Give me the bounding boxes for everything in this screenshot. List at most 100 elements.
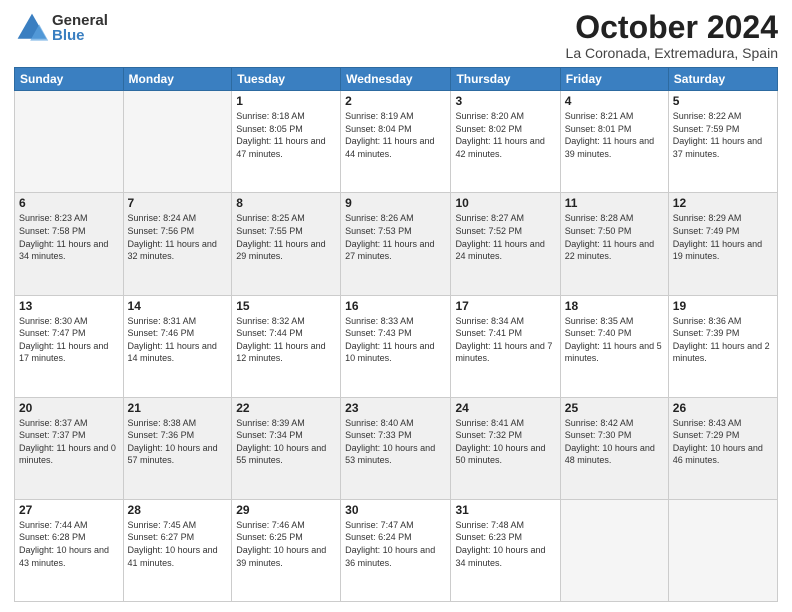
weekday-header-monday: Monday bbox=[123, 68, 232, 91]
calendar-day-15: 15 Sunrise: 8:32 AM Sunset: 7:44 PM Dayli… bbox=[232, 295, 341, 397]
calendar-day-3: 3 Sunrise: 8:20 AM Sunset: 8:02 PM Daylig… bbox=[451, 91, 560, 193]
day-info: Sunrise: 8:30 AM Sunset: 7:47 PM Dayligh… bbox=[19, 315, 119, 365]
day-number: 11 bbox=[565, 196, 664, 210]
calendar-day-1: 1Sunrise: 8:18 AM Sunset: 8:05 PM Daylig… bbox=[232, 91, 341, 193]
weekday-header-friday: Friday bbox=[560, 68, 668, 91]
day-number: 14 bbox=[128, 299, 228, 313]
day-number: 18 bbox=[565, 299, 664, 313]
day-info: Sunrise: 8:36 AM Sunset: 7:39 PM Dayligh… bbox=[673, 315, 773, 365]
weekday-header-saturday: Saturday bbox=[668, 68, 777, 91]
calendar-table: SundayMondayTuesdayWednesdayThursdayFrid… bbox=[14, 67, 778, 602]
day-number: 6 bbox=[19, 196, 119, 210]
calendar-day-27: 27 Sunrise: 7:44 AM Sunset: 6:28 PM Dayli… bbox=[15, 499, 124, 601]
day-info: Sunrise: 8:19 AM Sunset: 8:04 PM Dayligh… bbox=[345, 110, 446, 160]
calendar-day-11: 11 Sunrise: 8:28 AM Sunset: 7:50 PM Dayli… bbox=[560, 193, 668, 295]
day-info: Sunrise: 7:46 AM Sunset: 6:25 PM Dayligh… bbox=[236, 519, 336, 569]
calendar-day-19: 19 Sunrise: 8:36 AM Sunset: 7:39 PM Dayli… bbox=[668, 295, 777, 397]
calendar-empty-cell bbox=[123, 91, 232, 193]
day-number: 21 bbox=[128, 401, 228, 415]
day-info: Sunrise: 8:22 AM Sunset: 7:59 PM Dayligh… bbox=[673, 110, 773, 160]
day-info: Sunrise: 8:34 AM Sunset: 7:41 PM Dayligh… bbox=[455, 315, 555, 365]
calendar-day-24: 24Sunrise: 8:41 AM Sunset: 7:32 PM Dayli… bbox=[451, 397, 560, 499]
calendar-day-26: 26 Sunrise: 8:43 AM Sunset: 7:29 PM Dayli… bbox=[668, 397, 777, 499]
day-info: Sunrise: 8:26 AM Sunset: 7:53 PM Dayligh… bbox=[345, 212, 446, 262]
logo: General Blue bbox=[14, 10, 108, 46]
day-number: 15 bbox=[236, 299, 336, 313]
calendar-empty-cell bbox=[560, 499, 668, 601]
day-info: Sunrise: 8:28 AM Sunset: 7:50 PM Dayligh… bbox=[565, 212, 664, 262]
logo-icon bbox=[14, 10, 50, 46]
calendar-day-6: 6 Sunrise: 8:23 AM Sunset: 7:58 PM Daylig… bbox=[15, 193, 124, 295]
logo-general-text: General bbox=[52, 13, 108, 28]
calendar-day-5: 5 Sunrise: 8:22 AM Sunset: 7:59 PM Daylig… bbox=[668, 91, 777, 193]
day-number: 4 bbox=[565, 94, 664, 108]
day-info: Sunrise: 8:38 AM Sunset: 7:36 PM Dayligh… bbox=[128, 417, 228, 467]
day-info: Sunrise: 7:47 AM Sunset: 6:24 PM Dayligh… bbox=[345, 519, 446, 569]
day-info: Sunrise: 8:33 AM Sunset: 7:43 PM Dayligh… bbox=[345, 315, 446, 365]
calendar-day-9: 9 Sunrise: 8:26 AM Sunset: 7:53 PM Daylig… bbox=[341, 193, 451, 295]
calendar-day-10: 10 Sunrise: 8:27 AM Sunset: 7:52 PM Dayli… bbox=[451, 193, 560, 295]
day-number: 29 bbox=[236, 503, 336, 517]
weekday-header-thursday: Thursday bbox=[451, 68, 560, 91]
day-number: 30 bbox=[345, 503, 446, 517]
logo-text: General Blue bbox=[52, 13, 108, 43]
calendar-day-29: 29 Sunrise: 7:46 AM Sunset: 6:25 PM Dayli… bbox=[232, 499, 341, 601]
day-number: 19 bbox=[673, 299, 773, 313]
day-number: 9 bbox=[345, 196, 446, 210]
calendar-day-30: 30 Sunrise: 7:47 AM Sunset: 6:24 PM Dayli… bbox=[341, 499, 451, 601]
day-info: Sunrise: 8:39 AM Sunset: 7:34 PM Dayligh… bbox=[236, 417, 336, 467]
day-number: 28 bbox=[128, 503, 228, 517]
day-number: 26 bbox=[673, 401, 773, 415]
weekday-header-tuesday: Tuesday bbox=[232, 68, 341, 91]
day-info: Sunrise: 8:42 AM Sunset: 7:30 PM Dayligh… bbox=[565, 417, 664, 467]
day-info: Sunrise: 8:29 AM Sunset: 7:49 PM Dayligh… bbox=[673, 212, 773, 262]
calendar-day-16: 16Sunrise: 8:33 AM Sunset: 7:43 PM Dayli… bbox=[341, 295, 451, 397]
day-info: Sunrise: 8:20 AM Sunset: 8:02 PM Dayligh… bbox=[455, 110, 555, 160]
day-info: Sunrise: 8:23 AM Sunset: 7:58 PM Dayligh… bbox=[19, 212, 119, 262]
calendar-week-row: 1Sunrise: 8:18 AM Sunset: 8:05 PM Daylig… bbox=[15, 91, 778, 193]
calendar-day-31: 31Sunrise: 7:48 AM Sunset: 6:23 PM Dayli… bbox=[451, 499, 560, 601]
page: General Blue October 2024 La Coronada, E… bbox=[0, 0, 792, 612]
day-number: 8 bbox=[236, 196, 336, 210]
day-number: 5 bbox=[673, 94, 773, 108]
calendar-empty-cell bbox=[15, 91, 124, 193]
day-info: Sunrise: 8:41 AM Sunset: 7:32 PM Dayligh… bbox=[455, 417, 555, 467]
calendar-day-7: 7Sunrise: 8:24 AM Sunset: 7:56 PM Daylig… bbox=[123, 193, 232, 295]
day-info: Sunrise: 8:21 AM Sunset: 8:01 PM Dayligh… bbox=[565, 110, 664, 160]
day-info: Sunrise: 8:37 AM Sunset: 7:37 PM Dayligh… bbox=[19, 417, 119, 467]
calendar-day-23: 23Sunrise: 8:40 AM Sunset: 7:33 PM Dayli… bbox=[341, 397, 451, 499]
calendar-day-25: 25Sunrise: 8:42 AM Sunset: 7:30 PM Dayli… bbox=[560, 397, 668, 499]
day-info: Sunrise: 7:44 AM Sunset: 6:28 PM Dayligh… bbox=[19, 519, 119, 569]
day-info: Sunrise: 8:40 AM Sunset: 7:33 PM Dayligh… bbox=[345, 417, 446, 467]
title-block: October 2024 La Coronada, Extremadura, S… bbox=[566, 10, 778, 61]
day-info: Sunrise: 8:43 AM Sunset: 7:29 PM Dayligh… bbox=[673, 417, 773, 467]
logo-blue-text: Blue bbox=[52, 28, 108, 43]
header: General Blue October 2024 La Coronada, E… bbox=[14, 10, 778, 61]
day-info: Sunrise: 8:35 AM Sunset: 7:40 PM Dayligh… bbox=[565, 315, 664, 365]
day-info: Sunrise: 8:31 AM Sunset: 7:46 PM Dayligh… bbox=[128, 315, 228, 365]
calendar-day-21: 21 Sunrise: 8:38 AM Sunset: 7:36 PM Dayli… bbox=[123, 397, 232, 499]
calendar-week-row: 20Sunrise: 8:37 AM Sunset: 7:37 PM Dayli… bbox=[15, 397, 778, 499]
day-number: 3 bbox=[455, 94, 555, 108]
calendar-day-2: 2Sunrise: 8:19 AM Sunset: 8:04 PM Daylig… bbox=[341, 91, 451, 193]
weekday-header-row: SundayMondayTuesdayWednesdayThursdayFrid… bbox=[15, 68, 778, 91]
day-info: Sunrise: 8:27 AM Sunset: 7:52 PM Dayligh… bbox=[455, 212, 555, 262]
day-number: 22 bbox=[236, 401, 336, 415]
day-info: Sunrise: 8:24 AM Sunset: 7:56 PM Dayligh… bbox=[128, 212, 228, 262]
weekday-header-wednesday: Wednesday bbox=[341, 68, 451, 91]
day-number: 12 bbox=[673, 196, 773, 210]
calendar-week-row: 27 Sunrise: 7:44 AM Sunset: 6:28 PM Dayli… bbox=[15, 499, 778, 601]
day-info: Sunrise: 8:32 AM Sunset: 7:44 PM Dayligh… bbox=[236, 315, 336, 365]
day-number: 10 bbox=[455, 196, 555, 210]
calendar-week-row: 6 Sunrise: 8:23 AM Sunset: 7:58 PM Daylig… bbox=[15, 193, 778, 295]
calendar-empty-cell bbox=[668, 499, 777, 601]
weekday-header-sunday: Sunday bbox=[15, 68, 124, 91]
calendar-day-22: 22 Sunrise: 8:39 AM Sunset: 7:34 PM Dayli… bbox=[232, 397, 341, 499]
calendar-day-13: 13Sunrise: 8:30 AM Sunset: 7:47 PM Dayli… bbox=[15, 295, 124, 397]
month-title: October 2024 bbox=[566, 10, 778, 45]
day-info: Sunrise: 8:25 AM Sunset: 7:55 PM Dayligh… bbox=[236, 212, 336, 262]
day-info: Sunrise: 7:45 AM Sunset: 6:27 PM Dayligh… bbox=[128, 519, 228, 569]
calendar-day-20: 20Sunrise: 8:37 AM Sunset: 7:37 PM Dayli… bbox=[15, 397, 124, 499]
day-number: 27 bbox=[19, 503, 119, 517]
day-info: Sunrise: 7:48 AM Sunset: 6:23 PM Dayligh… bbox=[455, 519, 555, 569]
